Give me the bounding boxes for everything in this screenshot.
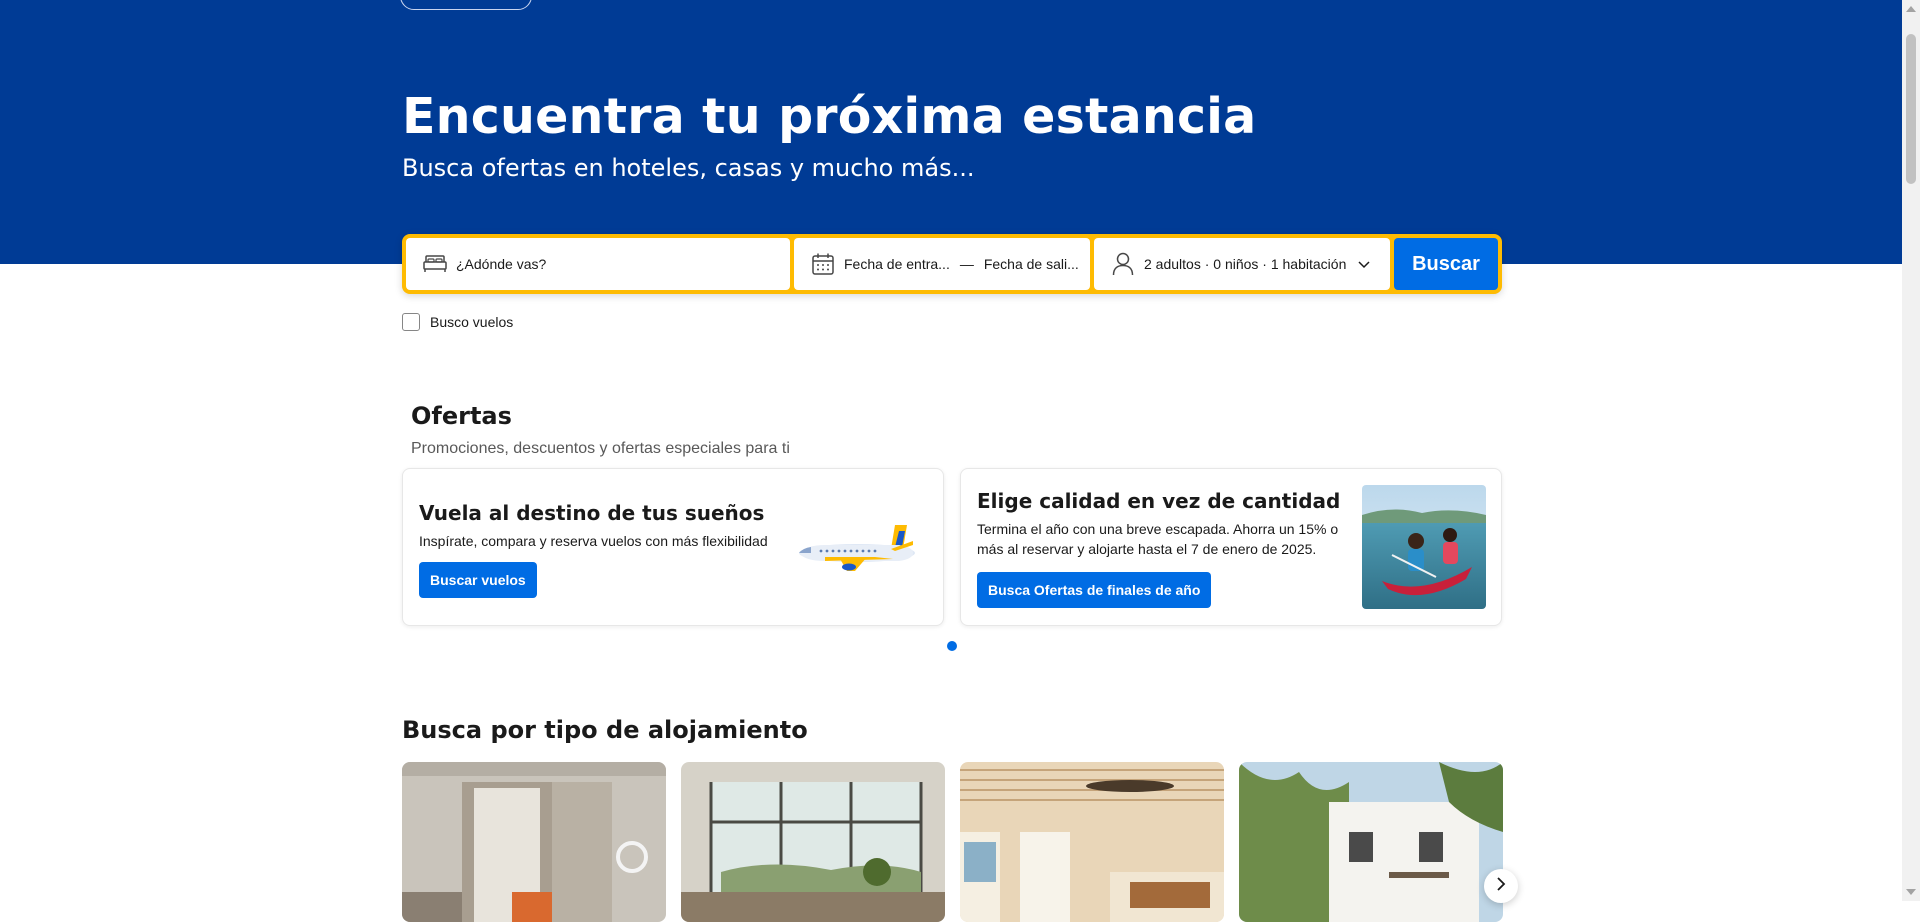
property-card-apartment[interactable] bbox=[681, 762, 945, 922]
property-card-villa[interactable] bbox=[1239, 762, 1503, 922]
flights-checkbox[interactable] bbox=[402, 313, 420, 331]
property-types-title: Busca por tipo de alojamiento bbox=[402, 716, 808, 744]
destination-field[interactable]: ¿Adónde vas? bbox=[406, 238, 790, 290]
page-scrollbar[interactable] bbox=[1902, 0, 1920, 901]
offer-card-text: Inspírate, compara y reserva vuelos con … bbox=[419, 533, 768, 549]
property-card-hotel[interactable] bbox=[402, 762, 666, 922]
checkin-date[interactable]: Fecha de entra... bbox=[844, 256, 950, 272]
chevron-right-icon bbox=[1496, 876, 1506, 896]
dates-field[interactable]: Fecha de entra... — Fecha de sali... bbox=[794, 238, 1090, 290]
guests-field[interactable]: 2 adultos · 0 niños · 1 habitación bbox=[1094, 238, 1390, 290]
search-button[interactable]: Buscar bbox=[1394, 238, 1498, 290]
flights-checkbox-row[interactable]: Busco vuelos bbox=[402, 313, 513, 331]
villa-photo bbox=[1239, 762, 1503, 922]
bed-icon bbox=[422, 251, 448, 277]
offers-title: Ofertas bbox=[411, 402, 512, 430]
offer-card-flights: Vuela al destino de tus sueños Inspírate… bbox=[402, 468, 944, 626]
resort-room-photo bbox=[960, 762, 1224, 922]
hero-top-pill[interactable] bbox=[400, 0, 532, 10]
person-icon bbox=[1110, 251, 1136, 277]
hotel-room-photo bbox=[402, 762, 666, 922]
scrollbar-thumb[interactable] bbox=[1906, 34, 1916, 184]
year-end-offers-button[interactable]: Busca Ofertas de finales de año bbox=[977, 572, 1212, 608]
offer-card-text: Termina el año con una breve escapada. A… bbox=[977, 521, 1339, 557]
calendar-icon bbox=[810, 251, 836, 277]
search-flights-button[interactable]: Buscar vuelos bbox=[419, 562, 537, 598]
flights-checkbox-label: Busco vuelos bbox=[430, 314, 514, 330]
scroll-up-arrow-icon[interactable] bbox=[1906, 6, 1916, 12]
hero-subtitle: Busca ofertas en hoteles, casas y mucho … bbox=[402, 154, 975, 182]
checkout-date[interactable]: Fecha de sali... bbox=[984, 256, 1079, 272]
apartment-photo bbox=[681, 762, 945, 922]
search-bar: ¿Adónde vas? Fecha de entra... — Fecha d… bbox=[402, 234, 1502, 294]
hero-banner: Encuentra tu próxima estancia Busca ofer… bbox=[0, 0, 1902, 264]
offer-card-year-end: Elige calidad en vez de cantidad Termina… bbox=[960, 468, 1502, 626]
property-card-resort[interactable] bbox=[960, 762, 1224, 922]
carousel-dot-active[interactable] bbox=[947, 641, 957, 651]
date-separator: — bbox=[959, 256, 974, 272]
guests-summary[interactable]: 2 adultos · 0 niños · 1 habitación bbox=[1144, 256, 1346, 272]
destination-input[interactable]: ¿Adónde vas? bbox=[456, 256, 546, 272]
offer-card-title: Elige calidad en vez de cantidad bbox=[977, 489, 1341, 513]
offers-subtitle: Promociones, descuentos y ofertas especi… bbox=[411, 440, 790, 457]
airplane-illustration bbox=[795, 521, 919, 581]
chevron-down-icon bbox=[1358, 256, 1370, 272]
property-types-next-button[interactable] bbox=[1484, 869, 1518, 903]
kayak-photo bbox=[1362, 485, 1486, 609]
scroll-down-arrow-icon[interactable] bbox=[1906, 889, 1916, 895]
hero-title: Encuentra tu próxima estancia bbox=[402, 88, 1257, 145]
offer-card-title: Vuela al destino de tus sueños bbox=[419, 501, 765, 525]
